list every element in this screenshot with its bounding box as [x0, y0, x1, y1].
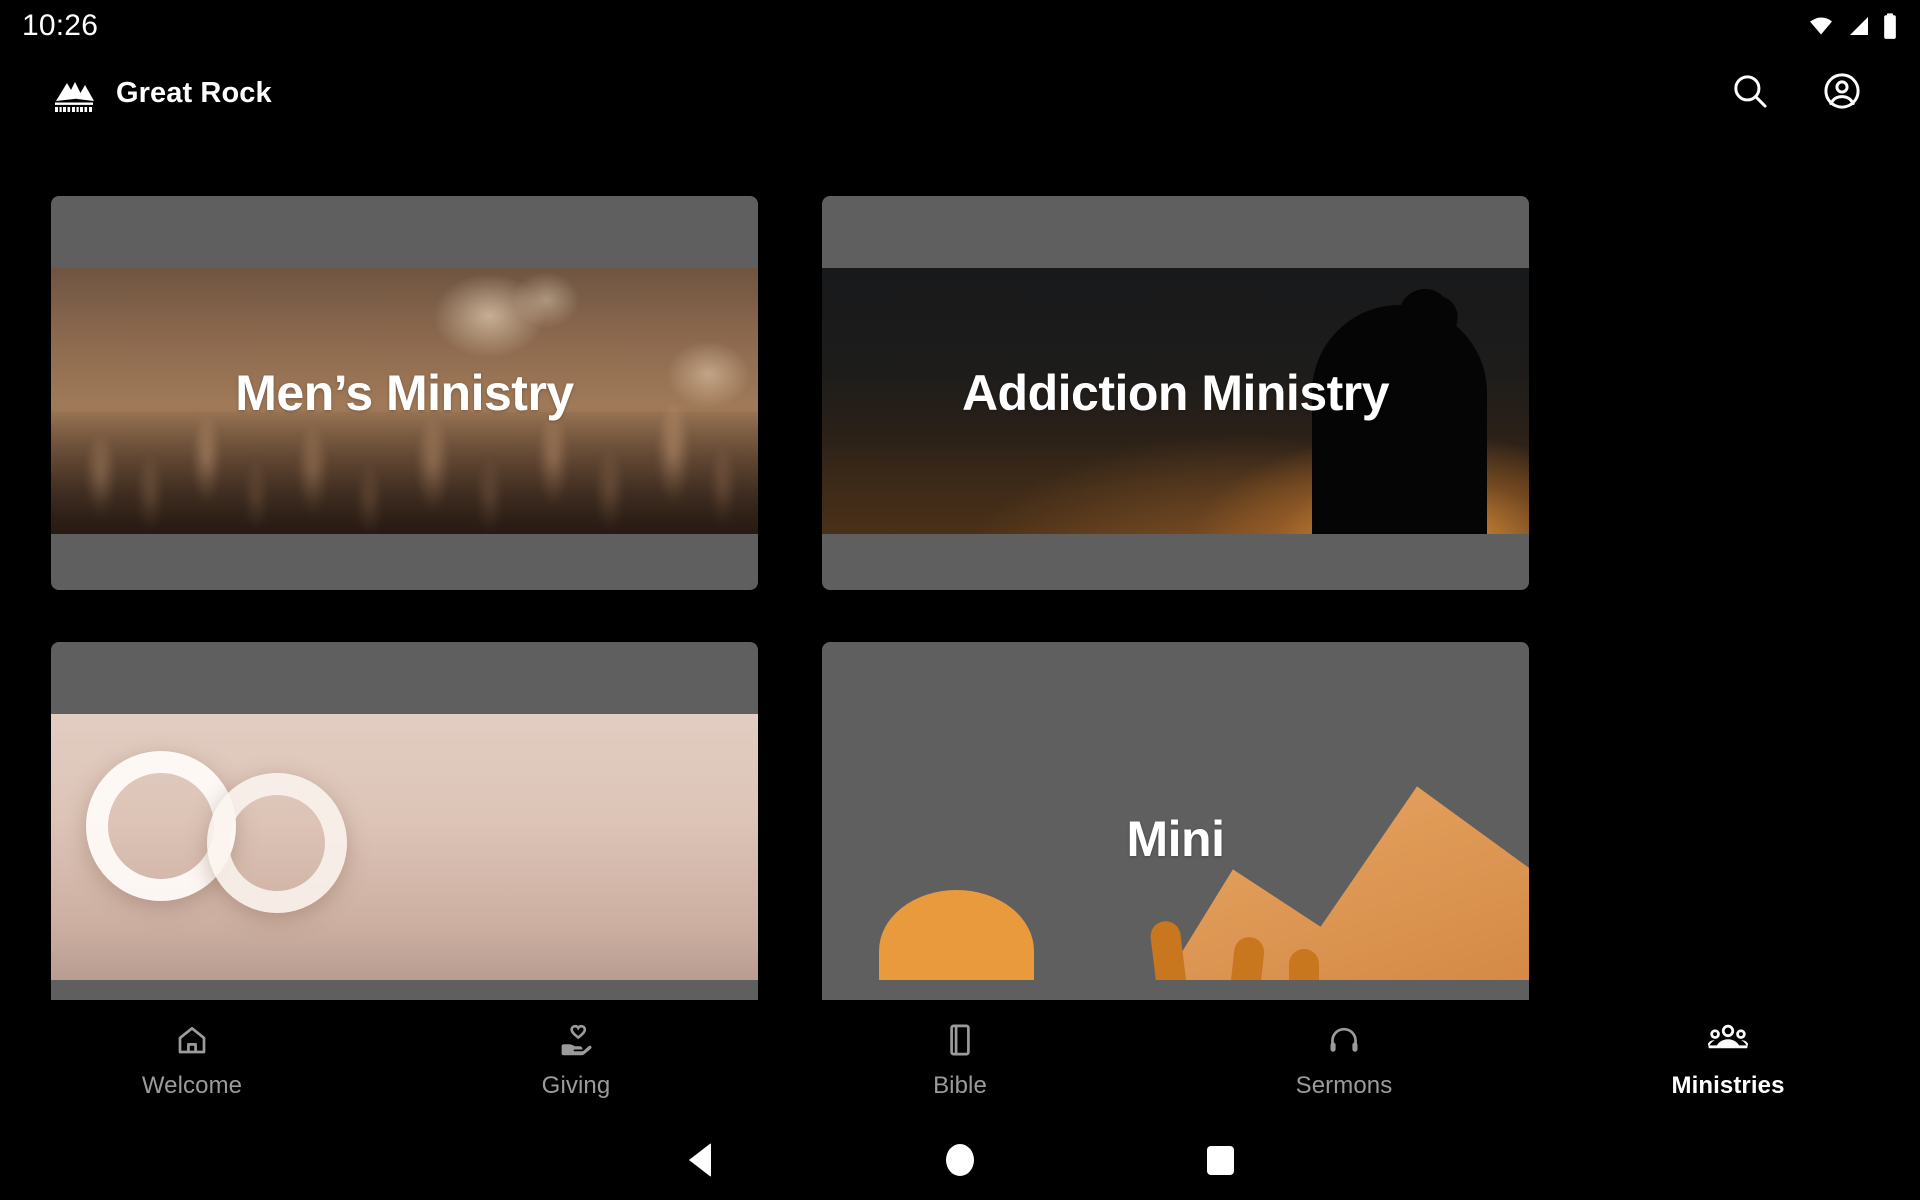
- battery-icon: [1882, 12, 1898, 40]
- account-button[interactable]: [1810, 61, 1874, 125]
- ministry-card-title: Mini: [1126, 811, 1225, 867]
- raised-fist-shape: [1149, 919, 1190, 980]
- nav-item-ministries[interactable]: Ministries: [1536, 1000, 1920, 1120]
- search-icon: [1729, 70, 1771, 117]
- nav-item-bible[interactable]: Bible: [768, 1000, 1152, 1120]
- wifi-icon: [1806, 14, 1836, 38]
- ministry-card[interactable]: [51, 642, 758, 1000]
- system-back-button[interactable]: [570, 1120, 830, 1200]
- nav-label-bible: Bible: [933, 1071, 987, 1099]
- back-triangle-icon: [689, 1143, 711, 1177]
- system-recents-button[interactable]: [1090, 1120, 1350, 1200]
- recents-square-icon: [1206, 1145, 1234, 1175]
- ministries-content: Men’s Ministry Addiction Ministry Mini: [0, 134, 1920, 1000]
- search-button[interactable]: [1718, 61, 1782, 125]
- headphones-icon: [1326, 1021, 1362, 1059]
- ministry-card-title: Addiction Ministry: [961, 365, 1390, 421]
- nav-item-giving[interactable]: Giving: [384, 1000, 768, 1120]
- volunteer-hand-heart-icon: [558, 1021, 594, 1059]
- great-rock-mountain-logo-icon: [50, 71, 98, 115]
- ring-shape: [206, 772, 347, 913]
- ministry-card[interactable]: Mini: [822, 642, 1529, 1000]
- ministry-card-media: [51, 714, 758, 980]
- nav-label-giving: Giving: [541, 1071, 611, 1099]
- home-circle-icon: [946, 1144, 974, 1176]
- nav-label-ministries: Ministries: [1671, 1071, 1785, 1099]
- menu-book-icon: [942, 1021, 978, 1059]
- nav-label-sermons: Sermons: [1295, 1071, 1393, 1099]
- nav-item-sermons[interactable]: Sermons: [1152, 1000, 1536, 1120]
- home-icon: [174, 1021, 210, 1059]
- raised-fist-shape: [1288, 948, 1319, 980]
- nav-label-welcome: Welcome: [141, 1071, 243, 1099]
- account-circle-icon: [1821, 70, 1863, 117]
- ministry-card[interactable]: Addiction Ministry: [822, 196, 1529, 590]
- cellular-signal-icon: [1845, 14, 1873, 38]
- app-brand: Great Rock: [0, 71, 272, 115]
- hill-shape: [878, 889, 1035, 980]
- status-bar-icons: [1806, 12, 1898, 40]
- ministries-grid: Men’s Ministry Addiction Ministry Mini: [0, 196, 1920, 1000]
- ministry-card-title: Men’s Ministry: [235, 365, 574, 421]
- system-home-button[interactable]: [830, 1120, 1090, 1200]
- android-system-navigation: [0, 1120, 1920, 1200]
- status-bar: 10:26: [0, 0, 1920, 52]
- silhouette-hand-shape: [1399, 289, 1452, 354]
- groups-icon: [1708, 1021, 1748, 1059]
- ministry-card[interactable]: Men’s Ministry: [51, 196, 758, 590]
- app-bar: Great Rock: [0, 52, 1920, 134]
- status-clock: 10:26: [22, 9, 99, 42]
- app-bar-actions: [1718, 61, 1920, 125]
- bottom-navigation-bar: Welcome Giving Bible Sermons Ministries: [0, 1000, 1920, 1120]
- app-title: Great Rock: [116, 76, 272, 109]
- nav-item-welcome[interactable]: Welcome: [0, 1000, 384, 1120]
- wedding-rings-blush-photo: [51, 714, 758, 980]
